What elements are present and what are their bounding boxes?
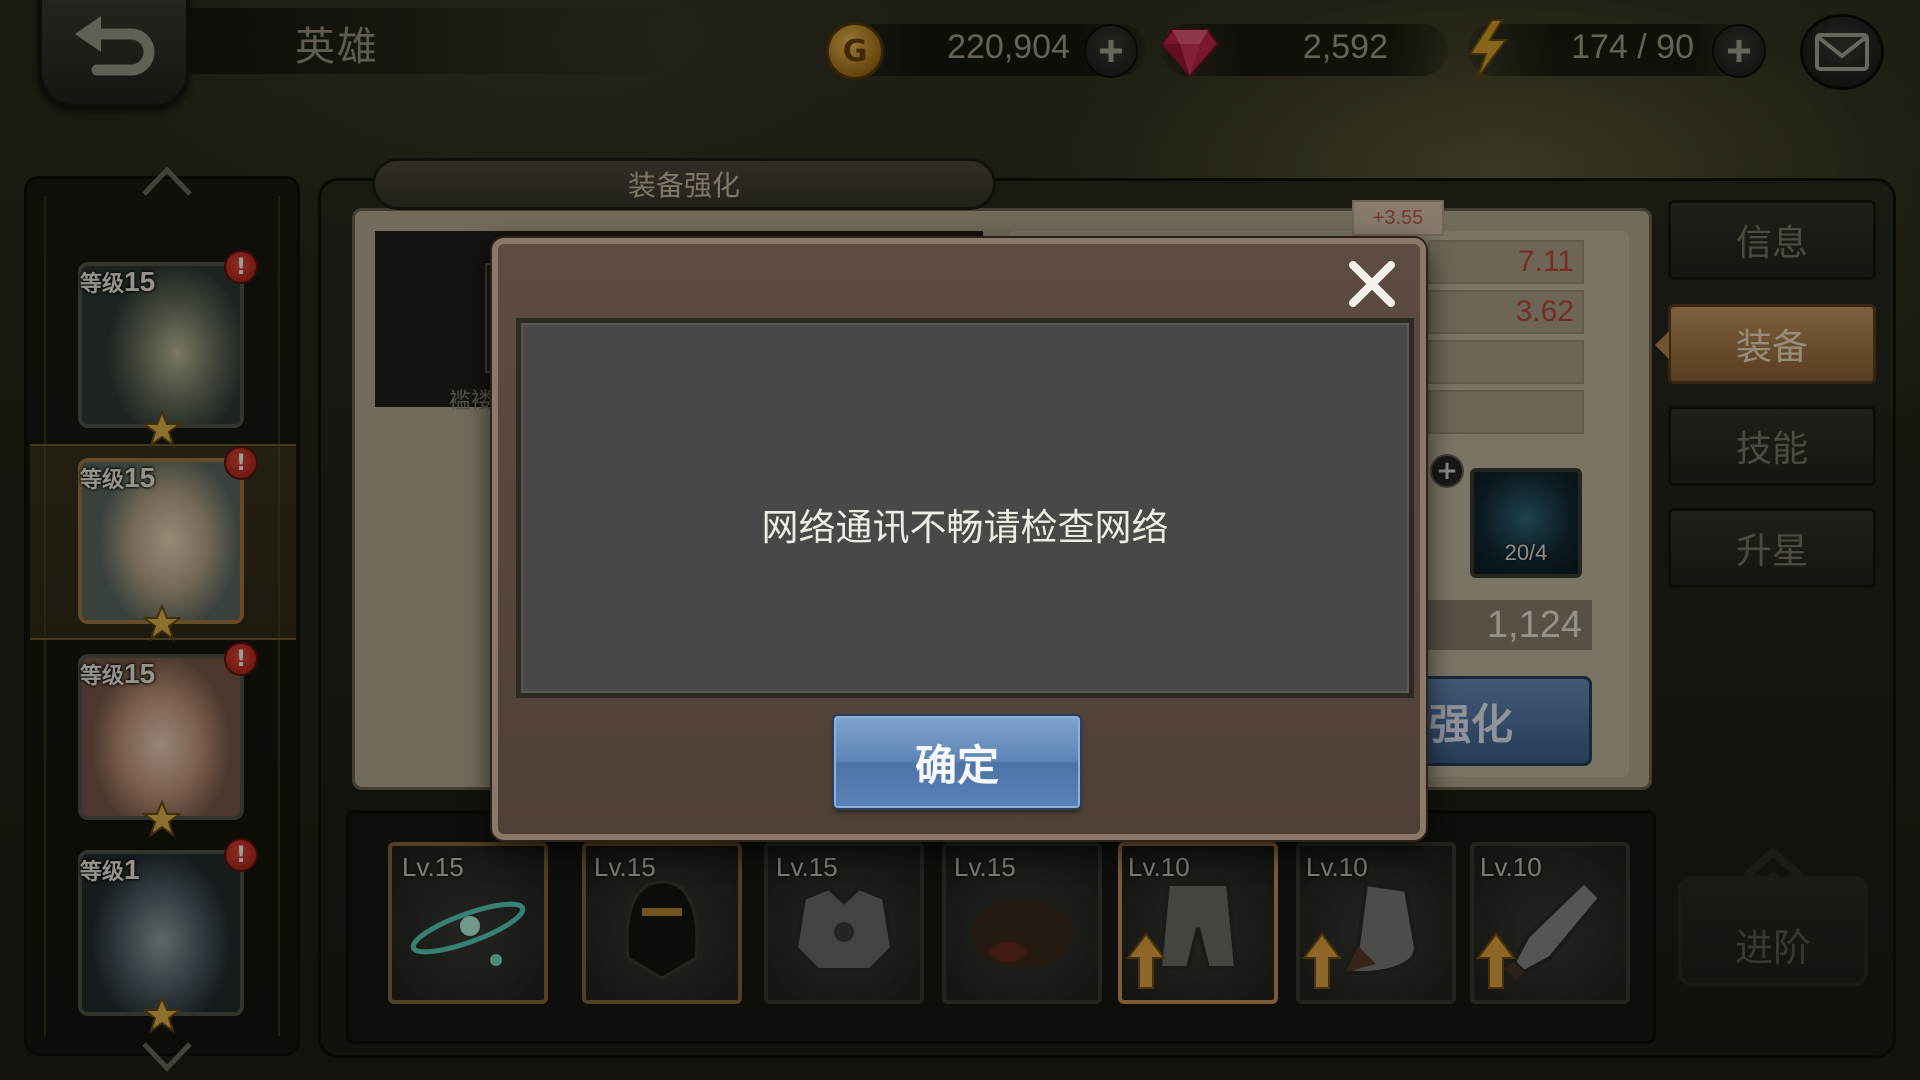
dialog-message-panel: 网络通讯不畅请检查网络: [516, 318, 1414, 698]
dialog-message: 网络通讯不畅请检查网络: [761, 506, 1169, 549]
network-error-dialog: 网络通讯不畅请检查网络 确定: [492, 238, 1426, 840]
confirm-button[interactable]: 确定: [834, 716, 1080, 808]
close-icon: [1349, 261, 1395, 307]
close-button[interactable]: [1342, 254, 1402, 314]
